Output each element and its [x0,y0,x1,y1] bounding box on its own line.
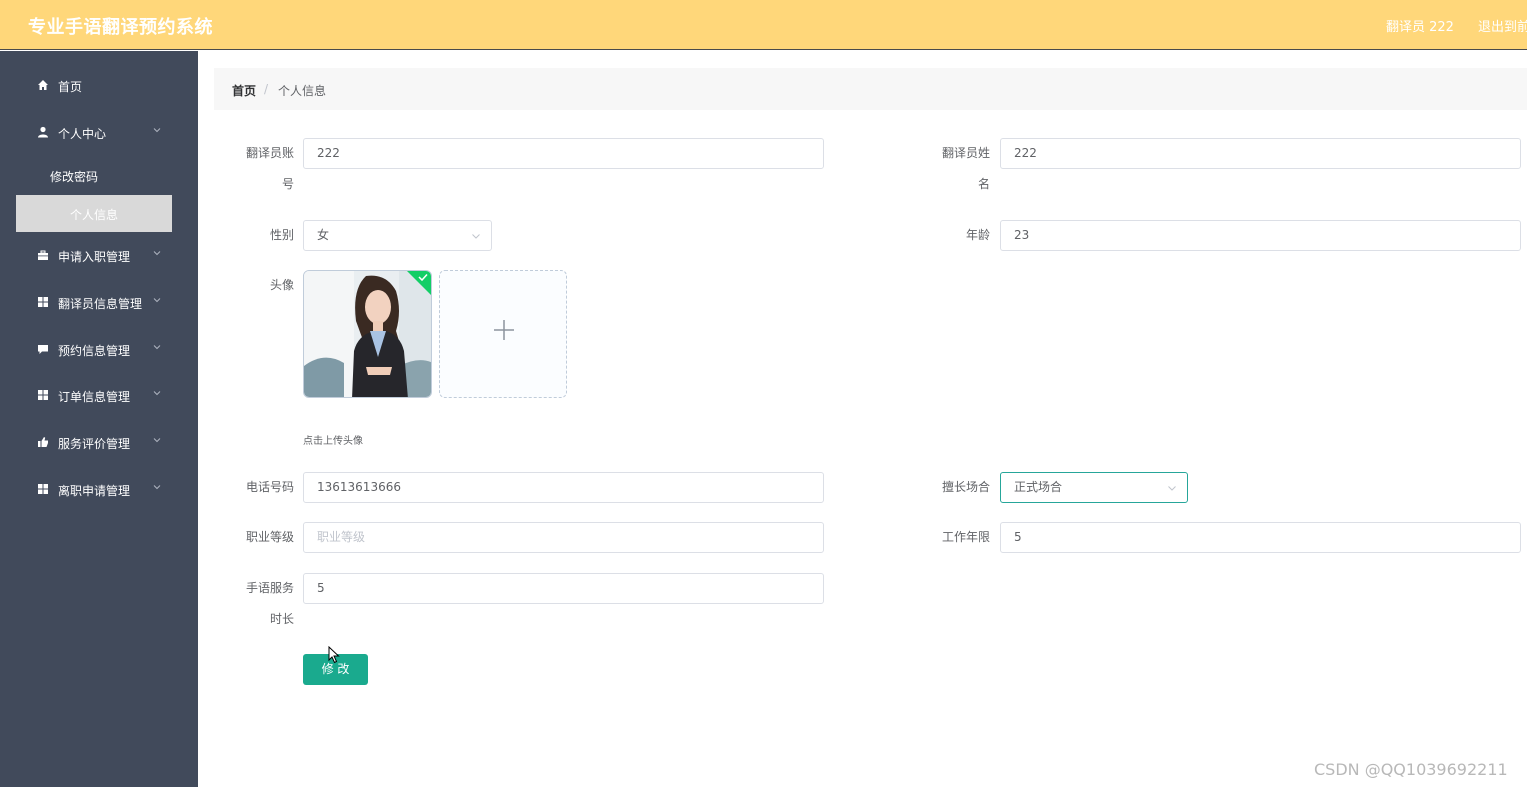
account-field[interactable]: 222 [303,138,824,169]
sidebar-item-personal-center[interactable]: 个人中心 [0,118,198,148]
sidebar-item-label: 个人中心 [58,127,107,141]
logout-link[interactable]: 退出到前台 [1478,16,1527,35]
sidebar-item-label: 申请入职管理 [58,250,131,264]
sidebar-item-label: 离职申请管理 [58,484,131,498]
sidebar-item-onboarding[interactable]: 申请入职管理 [0,241,198,271]
chevron-down-icon [153,128,161,133]
chevron-down-icon [153,485,161,490]
level-field[interactable]: 职业等级 [303,522,824,553]
hours-field[interactable]: 5 [303,573,824,604]
current-user-label: 翻译员 222 [1386,20,1454,35]
sidebar-item-order-info[interactable]: 订单信息管理 [0,381,198,411]
phone-field[interactable]: 13613613666 [303,472,824,503]
thumb-icon [38,437,48,447]
plus-icon [494,320,514,340]
top-header: 专业手语翻译预约系统 翻译员 222 退出到前台 [0,0,1527,50]
sidebar-item-change-password[interactable]: 修改密码 [16,157,172,194]
name-label-cont: 名 [977,177,990,191]
sidebar-item-label: 预约信息管理 [58,344,131,358]
avatar-upload-button[interactable] [439,270,567,398]
chevron-down-icon [153,345,161,350]
account-label-cont: 号 [281,177,294,191]
check-badge-icon [407,271,431,295]
name-label: 翻译员姓 [941,146,990,160]
sidebar-item-translator-info[interactable]: 翻译员信息管理 [0,288,198,318]
sidebar-item-reservation-info[interactable]: 预约信息管理 [0,335,198,365]
age-label: 年龄 [965,228,990,242]
watermark: CSDN @QQ1039692211 [1314,760,1508,779]
user-icon [38,126,48,138]
level-label: 职业等级 [245,530,294,544]
gender-select-value: 女 [317,228,330,242]
breadcrumb-home[interactable]: 首页 [232,82,256,99]
chevron-down-icon [153,391,161,396]
hours-label-cont: 时长 [269,612,294,626]
phone-label: 电话号码 [245,480,294,494]
sidebar-item-home[interactable]: 首页 [0,71,198,101]
avatar-upload-hint: 点击上传头像 [303,436,363,447]
home-icon [38,80,48,90]
specialty-select-value: 正式场合 [1014,480,1063,494]
grid-icon [38,390,48,400]
grid-icon [38,484,48,494]
chevron-down-icon [1168,486,1176,491]
gender-label: 性别 [269,228,294,242]
app-title: 专业手语翻译预约系统 [28,17,213,38]
chevron-down-icon [153,298,161,303]
chevron-down-icon [153,438,161,443]
gender-select[interactable]: 女 [303,220,492,251]
specialty-label: 擅长场合 [941,480,990,494]
account-label: 翻译员账 [245,146,294,160]
grid-icon [38,297,48,307]
avatar-label: 头像 [269,278,294,292]
sidebar-item-label: 个人信息 [70,208,119,222]
sidebar-item-label: 修改密码 [50,170,99,184]
briefcase-icon [38,250,48,260]
mouse-cursor-icon [328,646,340,664]
breadcrumb: 首页 / 个人信息 [214,68,1527,110]
avatar-image[interactable] [303,270,432,398]
chevron-down-icon [153,251,161,256]
sidebar-item-label: 首页 [58,80,83,94]
age-field[interactable]: 23 [1000,220,1521,251]
sidebar-item-personal-info[interactable]: 个人信息 [16,195,172,232]
sidebar-item-service-review[interactable]: 服务评价管理 [0,428,198,458]
years-label: 工作年限 [941,530,990,544]
chat-icon [38,345,48,354]
breadcrumb-current: 个人信息 [278,84,327,98]
specialty-select[interactable]: 正式场合 [1000,472,1188,503]
sidebar-item-label: 服务评价管理 [58,437,131,451]
name-field[interactable]: 222 [1000,138,1521,169]
sidebar-item-label: 订单信息管理 [58,390,131,404]
years-field[interactable]: 5 [1000,522,1521,553]
hours-label: 手语服务 [245,581,294,595]
chevron-down-icon [472,234,480,239]
breadcrumb-separator: / [264,82,269,96]
sidebar-item-label: 翻译员信息管理 [58,297,143,311]
sidebar-item-resignation[interactable]: 离职申请管理 [0,475,198,505]
